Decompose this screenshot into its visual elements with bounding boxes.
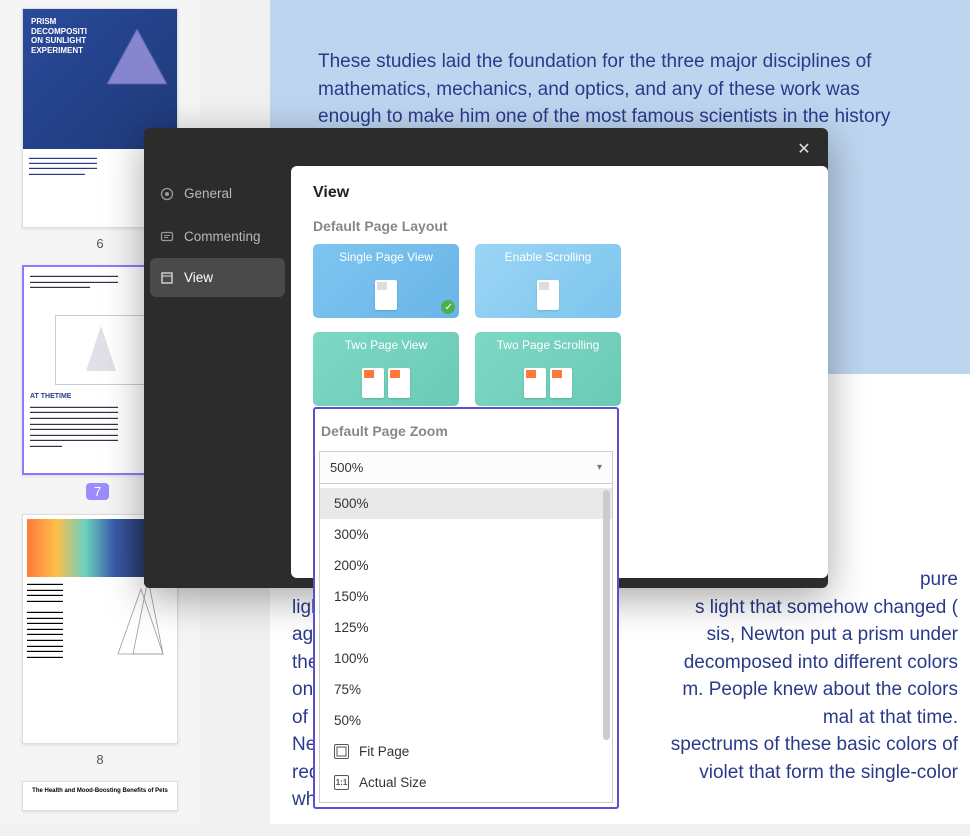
zoom-dropdown: 500% 300% 200% 150% 125% 100% 75% 50% Fi… [319, 483, 613, 803]
zoom-option-75[interactable]: 75% [320, 674, 612, 705]
layout-section-label: Default Page Layout [313, 218, 806, 234]
thumbnail-page-9[interactable]: The Health and Mood-Boosting Benefits of… [22, 781, 178, 811]
dropdown-scrollbar[interactable] [603, 490, 610, 740]
thumb-label-8: 8 [8, 752, 192, 767]
layout-two-page-scrolling[interactable]: Two Page Scrolling [475, 332, 621, 406]
layout-single-page[interactable]: Single Page View ✓ [313, 244, 459, 318]
zoom-option-50[interactable]: 50% [320, 705, 612, 736]
layout-options: Single Page View ✓ Enable Scrolling Two … [313, 244, 806, 406]
gear-icon [160, 187, 174, 201]
fit-page-icon [334, 744, 349, 759]
sidebar-item-view[interactable]: View [150, 258, 285, 297]
comment-icon [160, 230, 174, 244]
sidebar-item-general[interactable]: General [144, 172, 291, 215]
zoom-option-actual-size[interactable]: 1:1 Actual Size [320, 767, 612, 798]
chevron-down-icon: ▾ [597, 462, 602, 473]
layout-card-label: Enable Scrolling [505, 250, 592, 264]
doc-blue-text: These studies laid the foundation for th… [318, 51, 890, 127]
layout-card-label: Single Page View [339, 250, 433, 264]
content-title: View [313, 184, 806, 202]
zoom-option-125[interactable]: 125% [320, 612, 612, 643]
default-zoom-section: Default Page Zoom 500% ▾ 500% 300% 200% … [313, 407, 619, 809]
preferences-sidebar: General Commenting View [144, 128, 291, 588]
zoom-option-500[interactable]: 500% [320, 488, 612, 519]
zoom-select[interactable]: 500% ▾ [319, 451, 613, 483]
close-icon: ✕ [797, 141, 810, 158]
zoom-option-300[interactable]: 300% [320, 519, 612, 550]
thumb9-title: The Health and Mood-Boosting Benefits of… [32, 788, 168, 794]
thumb6-title: PRISM DECOMPOSITI ON SUNLIGHT EXPERIMENT [31, 17, 91, 55]
view-icon [160, 271, 174, 285]
actual-size-icon: 1:1 [334, 775, 349, 790]
zoom-option-200[interactable]: 200% [320, 550, 612, 581]
layout-two-page[interactable]: Two Page View [313, 332, 459, 406]
close-button[interactable]: ✕ [794, 140, 814, 160]
sidebar-item-commenting[interactable]: Commenting [144, 215, 291, 258]
thumb-label-7: 7 [86, 483, 109, 500]
layout-card-label: Two Page Scrolling [497, 338, 600, 352]
zoom-option-150[interactable]: 150% [320, 581, 612, 612]
zoom-option-100[interactable]: 100% [320, 643, 612, 674]
layout-card-label: Two Page View [345, 338, 428, 352]
zoom-option-fit-page[interactable]: Fit Page [320, 736, 612, 767]
sidebar-item-label: View [184, 270, 213, 285]
sidebar-item-label: General [184, 186, 232, 201]
sidebar-item-label: Commenting [184, 229, 261, 244]
zoom-selected-value: 500% [330, 460, 363, 475]
zoom-section-label: Default Page Zoom [315, 423, 617, 439]
check-icon: ✓ [445, 302, 453, 313]
layout-enable-scrolling[interactable]: Enable Scrolling [475, 244, 621, 318]
